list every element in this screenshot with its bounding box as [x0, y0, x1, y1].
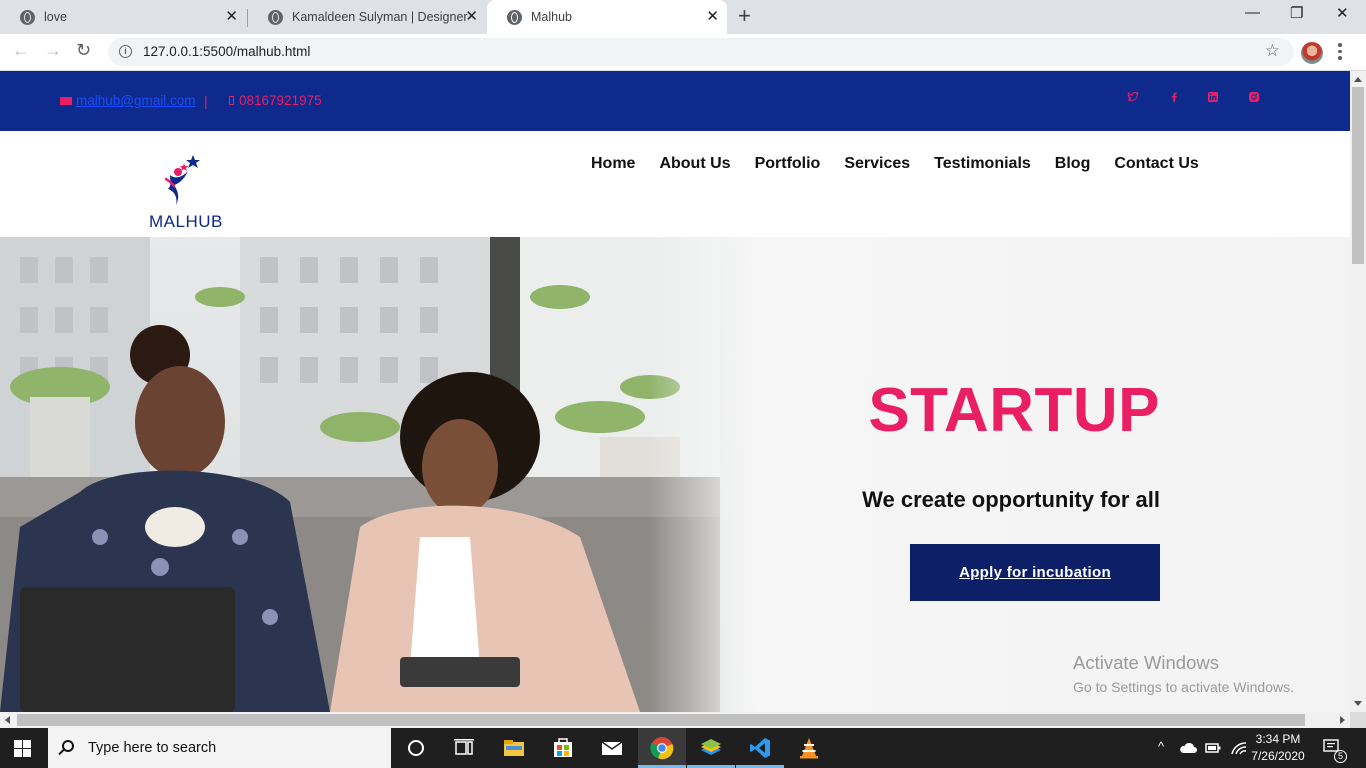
close-window-icon[interactable]: ✕ — [1336, 4, 1349, 22]
clock-date: 7/26/2020 — [1251, 749, 1305, 763]
email-text: malhub@gmail.com — [76, 93, 196, 108]
browser-tab[interactable]: love ✕ — [0, 0, 246, 34]
envelope-icon — [60, 96, 72, 105]
activate-windows-watermark: Activate Windows Go to Settings to activ… — [1073, 652, 1294, 695]
vertical-scroll-thumb[interactable] — [1352, 87, 1364, 264]
horizontal-scrollbar[interactable] — [0, 712, 1350, 728]
horizontal-scroll-thumb[interactable] — [17, 714, 1305, 726]
nav-testimonials[interactable]: Testimonials — [934, 155, 1031, 173]
globe-icon — [507, 9, 522, 25]
mail-icon[interactable] — [600, 736, 624, 760]
hero-section: STARTUP We create opportunity for all Ap… — [0, 237, 1350, 712]
tab-title: love — [44, 10, 67, 24]
wifi-icon[interactable] — [1230, 739, 1248, 757]
hero-title: STARTUP — [868, 376, 1160, 445]
bluestacks-icon[interactable] — [699, 736, 723, 760]
browser-tab-strip: love ✕ Kamaldeen Sulyman | Designer ✕ Ma… — [0, 0, 1366, 34]
globe-icon — [20, 9, 35, 25]
site-header: MALHUB Home About Us Portfolio Services … — [0, 131, 1350, 237]
cortana-icon[interactable] — [404, 736, 428, 760]
nav-contact-us[interactable]: Contact Us — [1114, 155, 1198, 173]
scroll-up-arrow-icon[interactable] — [1354, 77, 1362, 82]
instagram-icon[interactable] — [1248, 91, 1260, 103]
facebook-icon[interactable] — [1168, 91, 1180, 103]
vlc-icon[interactable] — [797, 736, 821, 760]
nav-blog[interactable]: Blog — [1055, 155, 1091, 173]
logo-text: MALHUB — [149, 212, 223, 231]
minimize-icon[interactable]: — — [1245, 4, 1260, 21]
main-nav: Home About Us Portfolio Services Testimo… — [591, 155, 1199, 173]
bookmark-star-icon[interactable]: ☆ — [1265, 41, 1280, 61]
twitter-icon[interactable] — [1127, 91, 1139, 103]
search-icon — [62, 740, 74, 752]
microsoft-store-icon[interactable] — [551, 736, 575, 760]
phone-icon — [229, 96, 234, 105]
contact-topbar: malhub@gmail.com | 08167921975 — [0, 71, 1350, 131]
browser-menu-icon[interactable] — [1338, 43, 1342, 63]
globe-icon — [268, 9, 283, 25]
address-bar[interactable]: i 127.0.0.1:5500/malhub.html ☆ — [108, 38, 1294, 66]
vscode-icon[interactable] — [748, 736, 772, 760]
browser-tab[interactable]: Kamaldeen Sulyman | Designer ✕ — [248, 0, 486, 34]
search-placeholder: Type here to search — [88, 740, 217, 756]
notification-count-badge: 5 — [1334, 750, 1347, 763]
tab-title: Kamaldeen Sulyman | Designer — [292, 10, 468, 24]
battery-icon[interactable] — [1204, 739, 1222, 757]
file-explorer-icon[interactable] — [502, 736, 526, 760]
restore-icon[interactable]: ❐ — [1290, 4, 1303, 22]
forward-arrow-icon[interactable]: → — [44, 40, 62, 61]
apply-for-incubation-button[interactable]: Apply for incubation — [910, 544, 1160, 601]
nav-portfolio[interactable]: Portfolio — [755, 155, 821, 173]
page-viewport: malhub@gmail.com | 08167921975 MALHUB Ho… — [0, 71, 1350, 712]
browser-toolbar: ← → ↻ i 127.0.0.1:5500/malhub.html ☆ — [0, 34, 1366, 71]
clock-time: 3:34 PM — [1255, 732, 1301, 746]
windows-taskbar: Type here to search ^ 3:34 PM 7/26/2020 … — [0, 728, 1366, 768]
new-tab-plus-icon[interactable]: + — [738, 5, 751, 27]
taskbar-search-box[interactable]: Type here to search — [48, 728, 391, 768]
profile-avatar[interactable] — [1301, 42, 1323, 64]
url-text[interactable]: 127.0.0.1:5500/malhub.html — [143, 44, 310, 59]
taskbar-clock[interactable]: 3:34 PM 7/26/2020 — [1250, 731, 1306, 765]
hero-subtitle: We create opportunity for all — [862, 487, 1160, 512]
email-link[interactable]: malhub@gmail.com — [60, 93, 196, 108]
task-view-icon[interactable] — [452, 736, 476, 760]
scrollbar-corner — [1350, 712, 1366, 728]
back-arrow-icon[interactable]: ← — [12, 40, 30, 61]
watermark-subtitle: Go to Settings to activate Windows. — [1073, 679, 1294, 695]
tab-title: Malhub — [531, 10, 572, 24]
scroll-down-arrow-icon[interactable] — [1354, 701, 1362, 706]
linkedin-icon[interactable] — [1207, 91, 1219, 103]
onedrive-cloud-icon[interactable] — [1178, 739, 1198, 757]
scroll-left-arrow-icon[interactable] — [5, 716, 10, 724]
close-tab-icon[interactable]: ✕ — [465, 9, 478, 25]
vertical-scrollbar[interactable] — [1350, 71, 1366, 712]
phone-number[interactable]: 08167921975 — [229, 93, 322, 108]
nav-home[interactable]: Home — [591, 155, 635, 173]
close-tab-icon[interactable]: ✕ — [225, 9, 238, 25]
show-hidden-icons-chevron-icon[interactable]: ^ — [1158, 739, 1164, 754]
close-tab-icon[interactable]: ✕ — [706, 9, 719, 25]
phone-text: 08167921975 — [239, 93, 322, 108]
nav-about-us[interactable]: About Us — [659, 155, 730, 173]
nav-services[interactable]: Services — [844, 155, 910, 173]
watermark-title: Activate Windows — [1073, 652, 1219, 673]
windows-start-icon[interactable] — [14, 740, 31, 757]
hero-photo — [0, 237, 1350, 712]
scroll-right-arrow-icon[interactable] — [1340, 716, 1345, 724]
reload-icon[interactable]: ↻ — [76, 40, 91, 61]
chrome-icon[interactable] — [650, 736, 674, 760]
browser-tab-active[interactable]: Malhub ✕ — [487, 0, 727, 34]
contact-separator: | — [204, 93, 208, 109]
site-info-icon[interactable]: i — [119, 45, 132, 58]
